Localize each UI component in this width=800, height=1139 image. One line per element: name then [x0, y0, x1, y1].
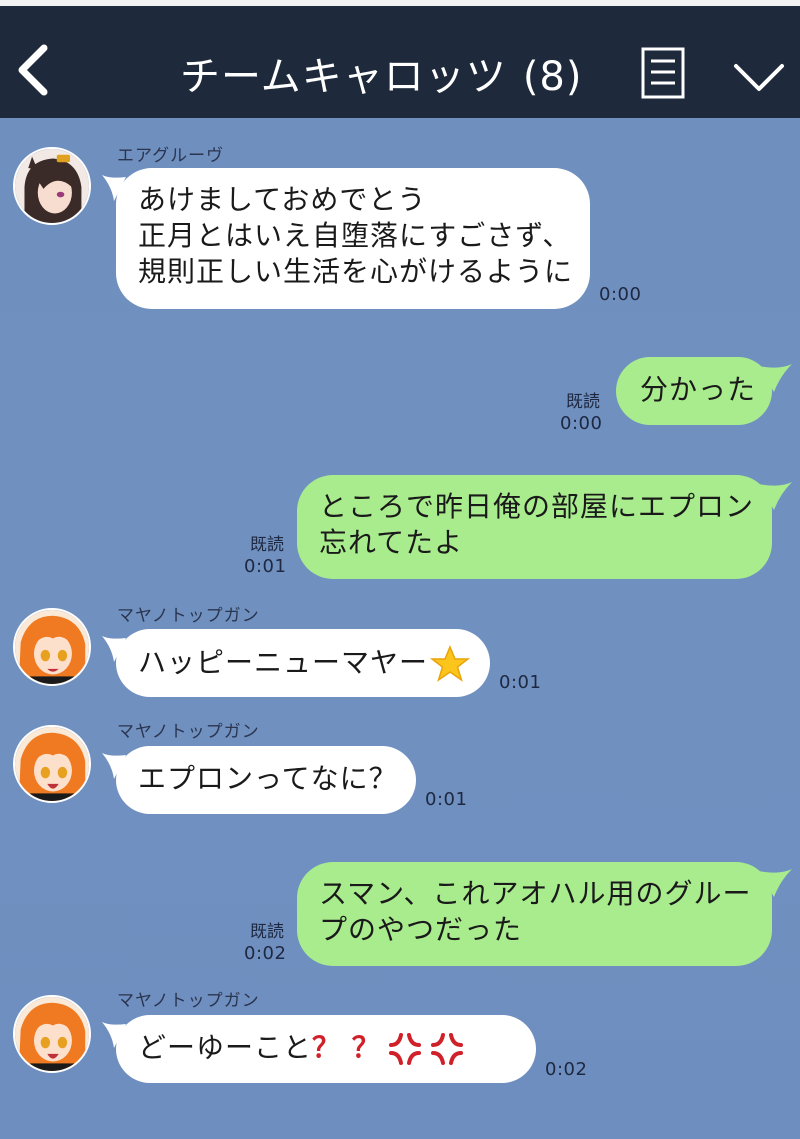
message-time: 0:01 — [425, 789, 468, 810]
message-bubble[interactable]: ハッピーニューマヤー — [116, 629, 490, 697]
list-icon[interactable] — [641, 47, 685, 99]
message-bubble[interactable]: ところで昨日俺の部屋にエプロン 忘れてたよ — [297, 475, 772, 579]
message-line: エプロンってなに？ — [138, 762, 398, 795]
member-count: (8) — [522, 54, 583, 100]
message-line: どーゆーこと — [138, 1031, 313, 1064]
chat-title: チームキャロッツ (8) — [180, 44, 582, 102]
anger-symbol-icon — [430, 1033, 463, 1065]
anger-symbol-icon — [388, 1033, 421, 1065]
avatar-mayano-top-gun[interactable] — [13, 995, 91, 1073]
star-emoji-icon — [430, 645, 471, 682]
message-time: 0:01 — [499, 672, 542, 693]
avatar-mayano-top-gun[interactable] — [13, 608, 91, 686]
message-time: 0:00 — [560, 413, 603, 434]
message-line: プのやつだった — [319, 913, 523, 946]
chevron-down-icon[interactable] — [733, 62, 785, 94]
question-marks: ？ ？ — [312, 1031, 381, 1064]
sender-name: マヤノトップガン — [117, 722, 260, 742]
message-time: 0:01 — [244, 556, 287, 577]
message-line: ハッピーニューマヤー — [138, 646, 429, 679]
message-line: 正月とはいえ自堕落にすごさず、 — [138, 219, 572, 252]
message-line: 分かった — [640, 373, 757, 406]
read-receipt: 既読 — [566, 392, 600, 412]
message-line: ところで昨日俺の部屋にエプロン — [319, 490, 755, 523]
message-bubble[interactable]: スマン、これアオハル用のグルー プのやつだった — [297, 862, 772, 966]
message-bubble[interactable]: 分かった — [616, 357, 772, 425]
avatar-air-groove[interactable] — [13, 147, 91, 225]
bubble-tail — [758, 364, 792, 392]
chat-header: チームキャロッツ (8) — [0, 0, 800, 118]
read-receipt: 既読 — [250, 535, 284, 555]
message-bubble[interactable]: あけましておめでとう 正月とはいえ自堕落にすごさず、 規則正しい生活を心がけるよ… — [116, 168, 590, 309]
sender-name: マヤノトップガン — [117, 991, 260, 1011]
bubble-tail — [758, 482, 792, 510]
bubble-tail — [758, 869, 792, 897]
message-time: 0:00 — [599, 284, 642, 305]
message-line: スマン、これアオハル用のグルー — [319, 877, 752, 910]
group-name: チームキャロッツ — [180, 54, 507, 100]
message-bubble[interactable]: エプロンってなに？ — [116, 746, 416, 814]
avatar-mayano-top-gun[interactable] — [13, 725, 91, 803]
chevron-left-icon[interactable] — [14, 42, 54, 98]
message-time: 0:02 — [545, 1059, 588, 1080]
sender-name: エアグルーヴ — [117, 146, 225, 166]
read-receipt: 既読 — [250, 922, 284, 942]
message-time: 0:02 — [244, 943, 287, 964]
message-line: 忘れてたよ — [319, 526, 464, 559]
message-line: あけましておめでとう — [138, 183, 427, 216]
message-line: 規則正しい生活を心がけるように — [138, 255, 574, 288]
message-bubble[interactable]: どーゆーこと？ ？ — [116, 1015, 536, 1083]
sender-name: マヤノトップガン — [117, 606, 260, 626]
